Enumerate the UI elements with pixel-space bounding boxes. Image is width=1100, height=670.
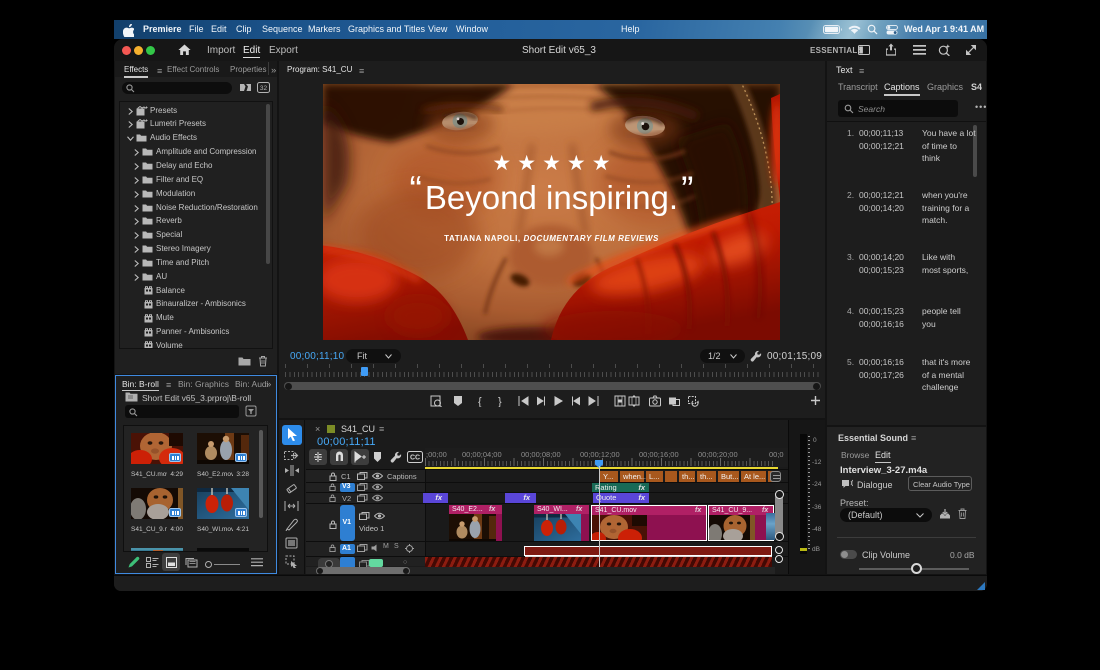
svg-text:CC: CC <box>410 455 420 462</box>
svg-text:}: } <box>498 396 502 407</box>
svg-text:{: { <box>478 396 482 407</box>
svg-text:32: 32 <box>260 85 268 92</box>
